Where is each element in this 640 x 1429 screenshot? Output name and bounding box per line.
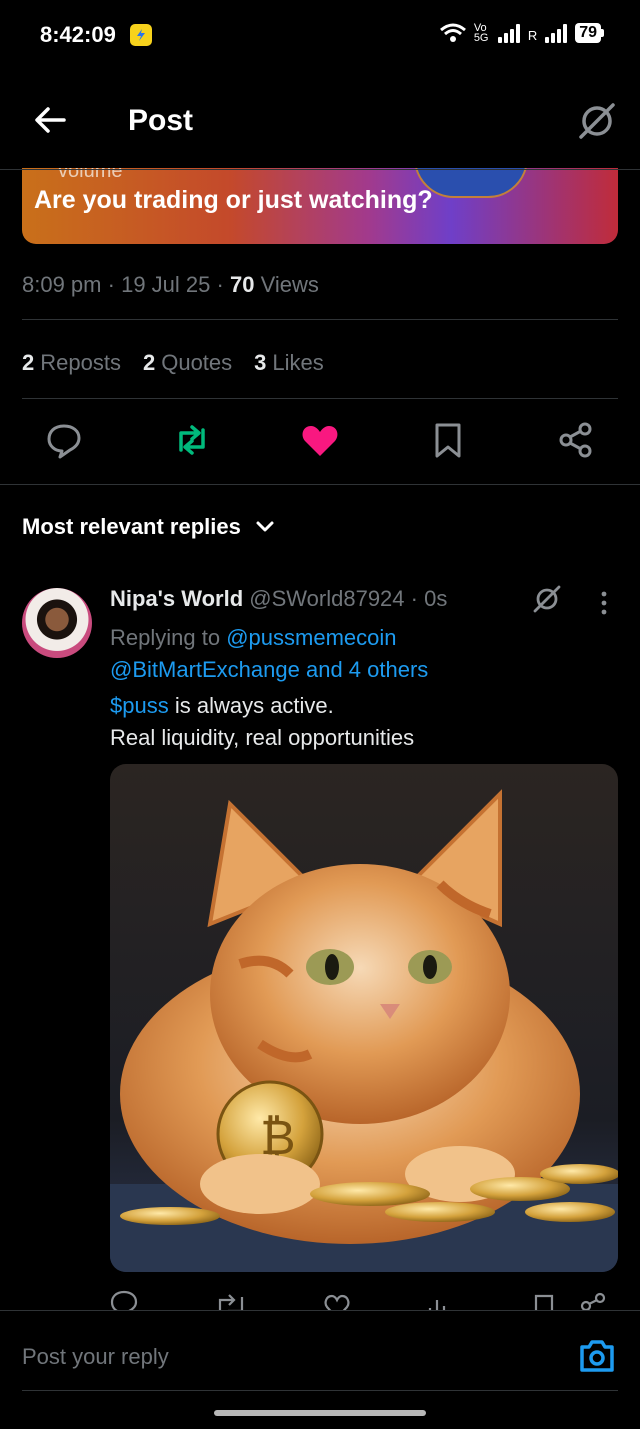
divider <box>22 319 618 320</box>
post-action-bar <box>0 420 640 464</box>
reply-text-line-2: Real liquidity, real opportunities <box>110 725 415 750</box>
bookmark-icon[interactable] <box>432 420 464 465</box>
reply-time: 0s <box>424 586 448 611</box>
divider <box>22 398 618 399</box>
reply-icon[interactable] <box>46 420 82 465</box>
back-arrow-icon[interactable] <box>30 100 70 145</box>
signal-icon-2 <box>545 23 568 43</box>
cashtag-link[interactable]: $puss <box>110 693 169 718</box>
flipkart-app-icon <box>130 24 152 46</box>
reply-icon <box>110 1290 138 1312</box>
post-time: 8:09 pm <box>22 272 102 297</box>
divider <box>22 1390 618 1391</box>
share-icon[interactable] <box>556 420 596 465</box>
sort-label: Most relevant replies <box>22 514 241 539</box>
replying-to: Replying to @pussmemecoin @BitMartExchan… <box>110 622 428 686</box>
wifi-icon <box>439 23 466 42</box>
roaming-label: R <box>527 28 538 43</box>
quotes-stat[interactable]: 2 Quotes <box>143 350 232 376</box>
engagement-stats: 2 Reposts 2 Quotes 3 Likes <box>22 350 324 376</box>
like-icon[interactable] <box>300 420 340 465</box>
banner-text: Are you trading or just watching? <box>34 186 433 214</box>
reply-header: Nipa's World @SWorld87924 · 0s <box>110 586 448 611</box>
battery-icon: 79 <box>575 22 604 43</box>
divider <box>0 484 640 485</box>
signal-icon <box>497 23 520 43</box>
repost-icon[interactable] <box>172 420 212 465</box>
reply-image[interactable]: ₿ <box>110 764 618 1272</box>
mention-link[interactable]: @pussmemecoin <box>226 625 396 650</box>
grok-icon[interactable] <box>532 584 562 619</box>
chevron-down-icon <box>256 521 274 532</box>
reposts-stat[interactable]: 2 Reposts <box>22 350 121 376</box>
status-time: 8:42:09 <box>40 22 116 47</box>
reply-action-bar <box>110 1290 618 1312</box>
network-label: Vo 5G <box>473 21 489 44</box>
reply-author-handle[interactable]: @SWorld87924 <box>249 586 404 611</box>
share-icon <box>580 1292 606 1312</box>
replying-to-label: Replying to <box>110 625 221 650</box>
more-options-icon[interactable] <box>598 590 610 621</box>
page-title: Post <box>128 104 194 137</box>
reply-text-line-1: is always active. <box>168 693 334 718</box>
reply-text: $puss is always active. Real liquidity, … <box>110 690 414 754</box>
header-divider <box>0 169 640 170</box>
battery-level: 79 <box>575 22 601 43</box>
avatar[interactable] <box>22 588 92 658</box>
camera-icon[interactable] <box>578 1338 616 1379</box>
post-date: 19 Jul 25 <box>121 272 211 297</box>
grok-icon[interactable] <box>576 100 618 147</box>
status-icons: Vo 5G R 79 <box>439 21 604 44</box>
post-meta: 8:09 pm · 19 Jul 25 · 70 Views <box>22 272 319 297</box>
reply-input[interactable]: Post your reply <box>22 1344 169 1370</box>
mention-link-others[interactable]: @BitMartExchange and 4 others <box>110 654 428 686</box>
likes-stat[interactable]: 3 Likes <box>254 350 324 376</box>
home-indicator[interactable] <box>214 1410 426 1416</box>
reply-sort-dropdown[interactable]: Most relevant replies <box>22 514 275 540</box>
banner-cut-text: volume <box>58 168 123 182</box>
post-media-banner[interactable]: volume Are you trading or just watching? <box>22 168 618 244</box>
views-label[interactable]: Views <box>261 272 319 297</box>
views-count: 70 <box>229 272 255 297</box>
reply-author-name[interactable]: Nipa's World <box>110 586 243 611</box>
